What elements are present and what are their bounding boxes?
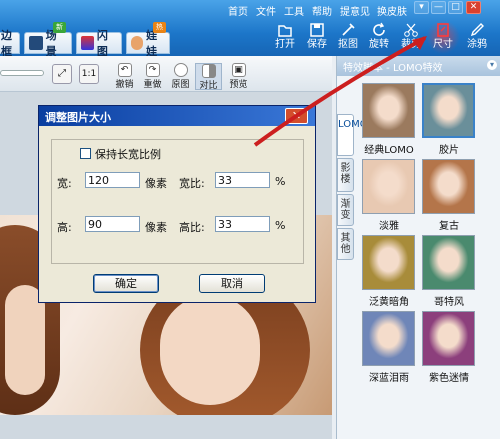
edit-toolbar: ⤢ 1:1 ↶ 撤销 ↷ 重做 原图 对比 ▣ 预览 (0, 56, 332, 92)
height-unit: 像素 (145, 221, 167, 234)
top-toolbar: 首页 文件 工具 帮助 提意见 换皮肤 ▾ — □ ✕ 边框 场景 新 闪图 娃… (0, 0, 500, 58)
vtab-lomo[interactable]: LOMO (337, 114, 368, 156)
close-window-button[interactable]: ✕ (466, 1, 481, 14)
resize-button[interactable]: 尺寸 (426, 20, 460, 54)
tab-flash[interactable]: 闪图 (76, 29, 122, 58)
effect-thumbnail[interactable] (362, 83, 415, 138)
rotate-icon (373, 22, 385, 36)
actual-size-icon[interactable]: 1:1 (79, 64, 99, 84)
maximize-button[interactable]: □ (448, 1, 463, 14)
effect-label: 紫色迷情 (429, 373, 469, 384)
effect-thumbnail[interactable] (422, 159, 475, 214)
menu-file[interactable]: 文件 (256, 3, 276, 18)
height-input[interactable] (85, 216, 140, 232)
keep-ratio-checkbox[interactable] (80, 148, 91, 159)
effect-label: 淡雅 (379, 221, 399, 232)
tab-label: 边框 (1, 29, 12, 58)
zoom-slider[interactable] (0, 70, 44, 76)
width-ratio-label: 宽比: (179, 177, 205, 190)
tab-scene[interactable]: 场景 (24, 29, 72, 58)
dialog-title: 调整图片大小 (39, 106, 315, 126)
preview-button[interactable]: ▣ 预览 (225, 63, 252, 90)
menu-help[interactable]: 帮助 (312, 3, 332, 18)
vtab-studio[interactable]: 影楼 (337, 158, 354, 192)
tab-label: 闪图 (96, 29, 108, 58)
vtab-other[interactable]: 其他 (337, 228, 354, 260)
menu-home[interactable]: 首页 (228, 3, 248, 18)
tab-border[interactable]: 边框 (0, 29, 20, 58)
hot-badge: 热 (153, 22, 166, 33)
dropdown-button[interactable]: ▾ (414, 1, 429, 14)
menu-skin[interactable]: 换皮肤 (377, 3, 407, 18)
compare-icon (201, 64, 216, 78)
effects-panel: 特效脚本 - LOMO特效 ▾ LOMO 影楼 渐变 其他 经典LOMO 胶片淡雅… (336, 56, 500, 439)
effect-label: 深蓝泪雨 (369, 373, 409, 384)
redo-button[interactable]: ↷ 重做 (139, 63, 166, 90)
menu-feedback[interactable]: 提意见 (340, 3, 370, 18)
effect-label: 复古 (439, 221, 459, 232)
effect-thumbnail[interactable] (362, 311, 415, 366)
face-right (160, 295, 260, 405)
undo-button[interactable]: ↶ 撤销 (111, 63, 138, 90)
height-ratio-label: 高比: (179, 221, 205, 234)
doodle-button[interactable]: 涂鸦 (460, 20, 494, 54)
effect-thumbnail[interactable] (422, 235, 475, 290)
undo-icon: ↶ (117, 63, 132, 77)
minimize-button[interactable]: — (431, 1, 446, 14)
collapse-icon[interactable]: ▾ (487, 60, 497, 70)
doll-icon (131, 36, 144, 50)
crop-button[interactable]: 裁剪 (394, 20, 428, 54)
cancel-button[interactable]: 取消 (199, 274, 265, 293)
effect-label: 经典LOMO (364, 145, 414, 156)
effect-label: 哥特风 (434, 297, 464, 308)
tab-doll[interactable]: 娃娃 (126, 29, 170, 58)
height-ratio-input[interactable] (215, 216, 270, 232)
cutout-button[interactable]: 抠图 (331, 20, 365, 54)
scissors-icon (404, 23, 418, 37)
effect-label: 胶片 (439, 145, 459, 156)
width-ratio-input[interactable] (215, 172, 270, 188)
effect-thumbnail[interactable] (362, 235, 415, 290)
height-label: 高: (57, 221, 72, 234)
width-unit: 像素 (145, 177, 167, 190)
width-ratio-unit: % (275, 175, 286, 188)
redo-icon: ↷ (145, 63, 160, 77)
effects-panel-header: 特效脚本 - LOMO特效 (337, 56, 500, 76)
cutout-icon (342, 23, 355, 36)
effect-thumbnail[interactable] (362, 159, 415, 214)
resize-icon (437, 23, 449, 37)
ok-button[interactable]: 确定 (93, 274, 159, 293)
original-button[interactable]: 原图 (167, 63, 194, 90)
keep-ratio-label: 保持长宽比例 (95, 148, 161, 161)
effect-thumbnail[interactable] (422, 311, 475, 366)
original-icon (173, 63, 188, 77)
save-icon (310, 23, 324, 37)
scene-icon (29, 36, 43, 50)
effect-thumbnail[interactable] (422, 83, 475, 138)
open-icon (278, 25, 292, 37)
brush-icon (470, 23, 484, 37)
preview-icon: ▣ (231, 63, 246, 77)
width-label: 宽: (57, 177, 72, 190)
flash-icon (81, 36, 94, 50)
save-button[interactable]: 保存 (300, 20, 334, 54)
rotate-button[interactable]: 旋转 (362, 20, 396, 54)
fit-window-icon[interactable]: ⤢ (52, 64, 72, 84)
compare-button[interactable]: 对比 (195, 63, 222, 91)
effect-label: 泛黄暗角 (369, 297, 409, 308)
width-input[interactable] (85, 172, 140, 188)
dialog-close-button[interactable]: ✕ (285, 108, 308, 124)
menu-tools[interactable]: 工具 (284, 3, 304, 18)
vtab-gradient[interactable]: 渐变 (337, 194, 354, 226)
new-badge: 新 (53, 22, 66, 33)
open-button[interactable]: 打开 (268, 20, 302, 54)
height-ratio-unit: % (275, 219, 286, 232)
resize-dialog: 调整图片大小 ✕ 保持长宽比例 宽: 像素 宽比: % 高: 像素 高比: % … (38, 105, 316, 303)
